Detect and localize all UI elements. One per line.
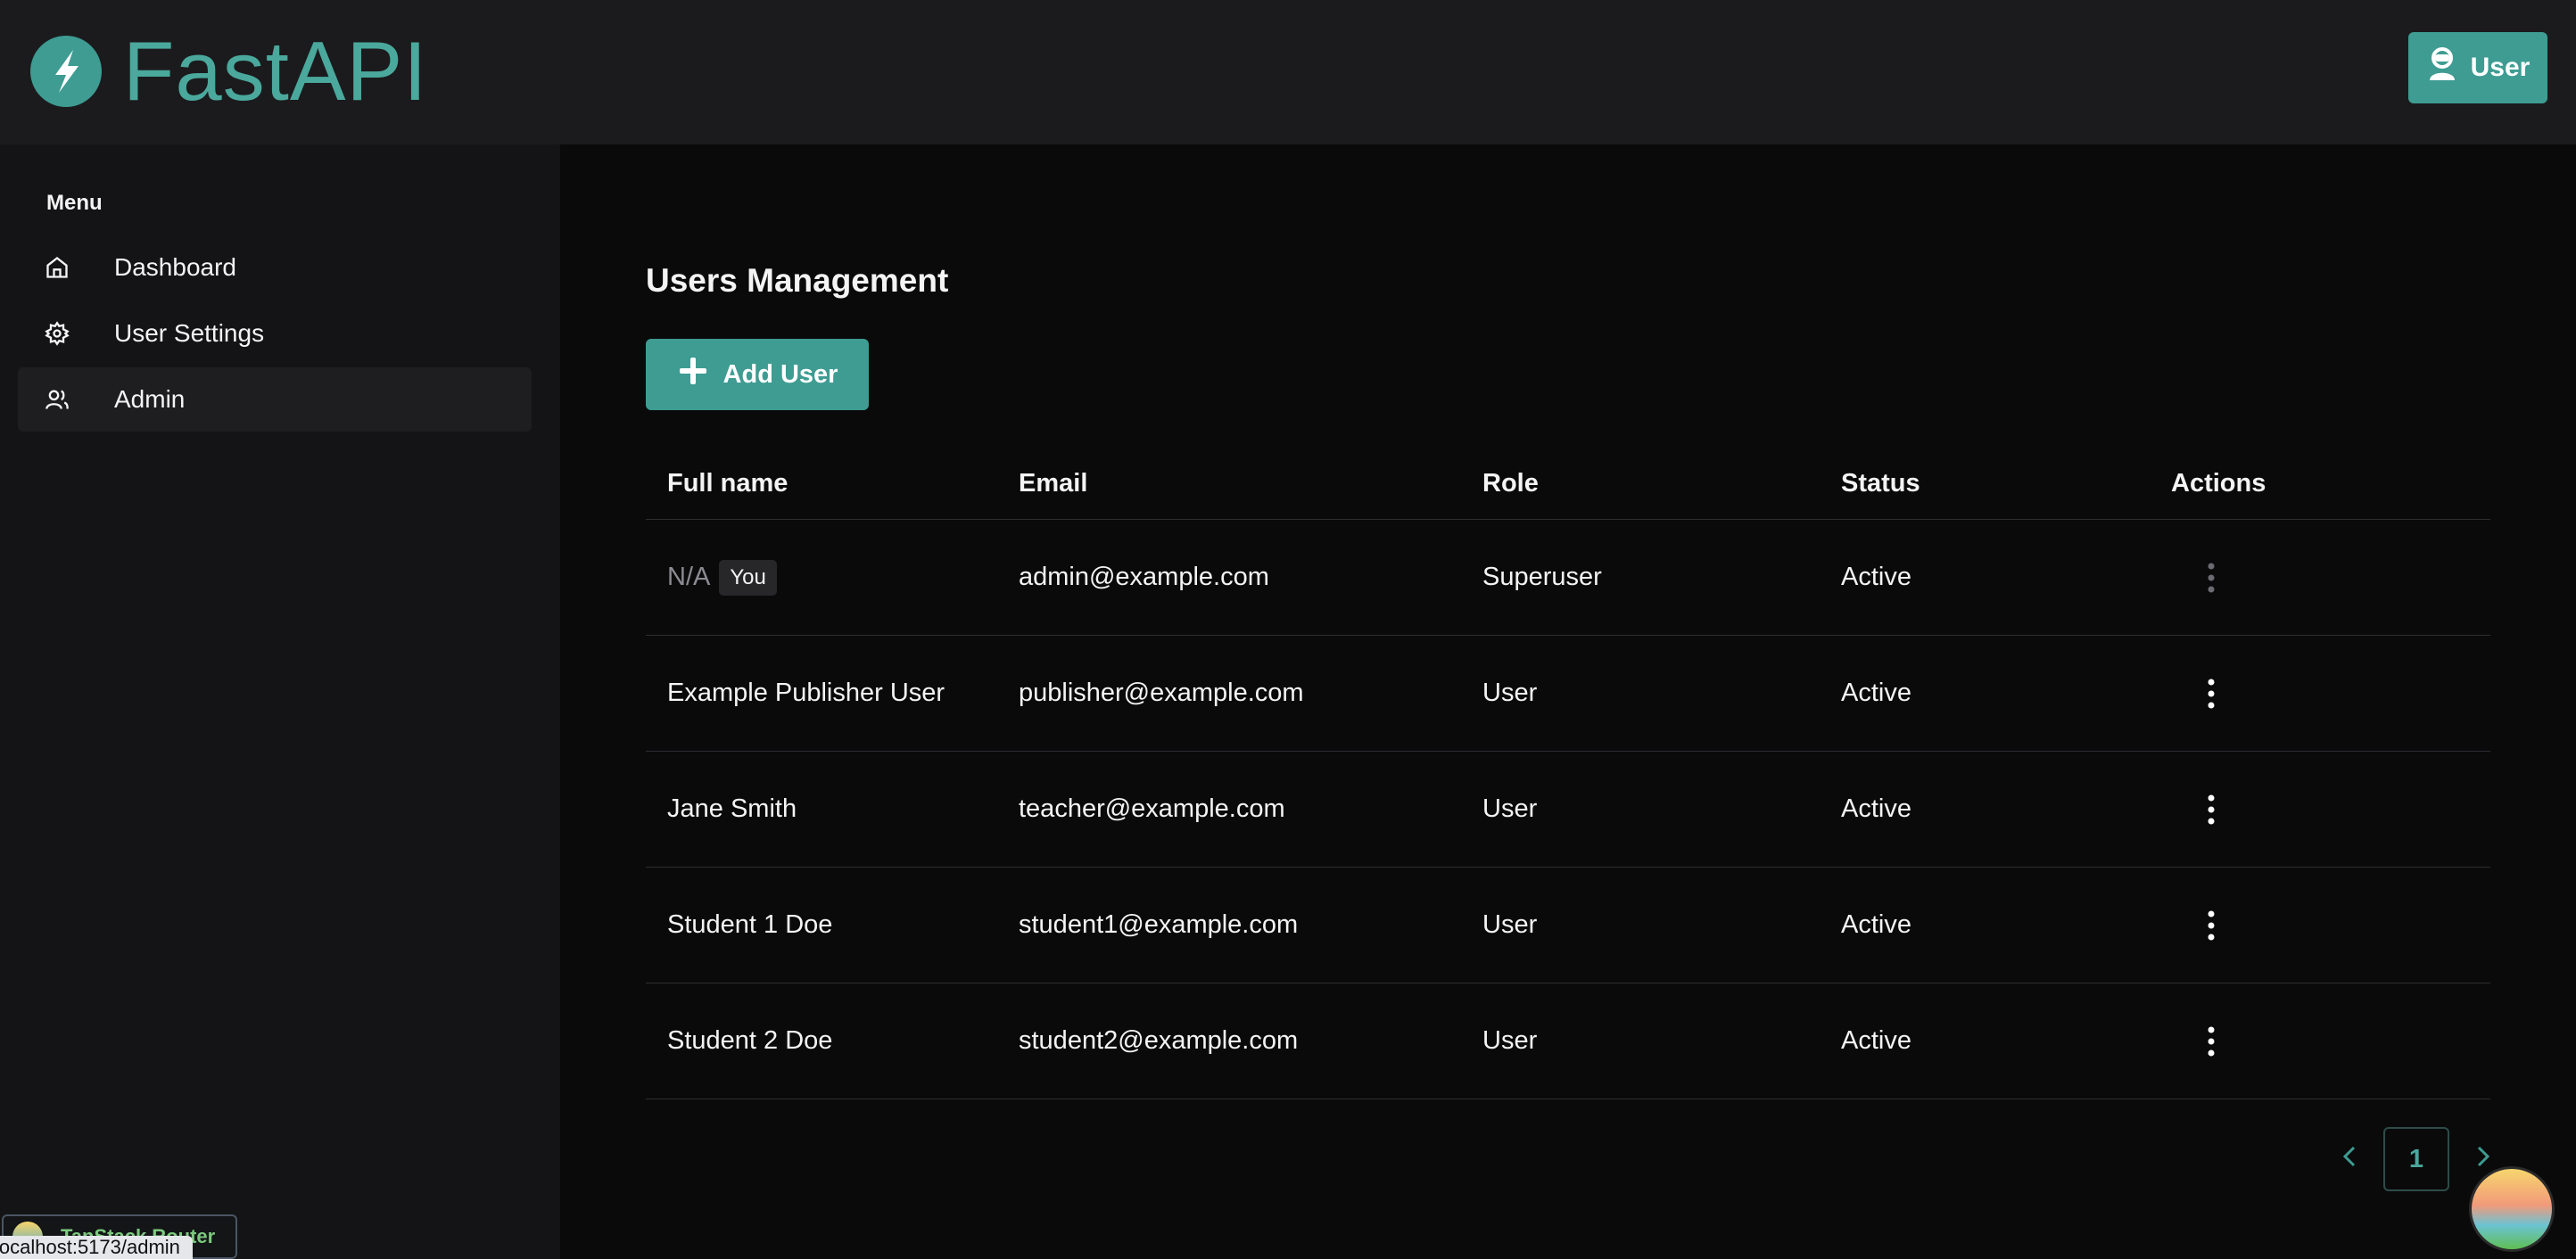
status-cell: Active [1841, 563, 1911, 591]
email-cell: publisher@example.com [1019, 679, 1304, 707]
home-icon [45, 255, 70, 280]
column-header: Full name [667, 468, 788, 498]
add-user-button[interactable]: Add User [646, 339, 869, 410]
email-cell: student2@example.com [1019, 1026, 1299, 1055]
full-name-cell: Example Publisher User [667, 679, 945, 707]
you-badge: You [719, 559, 777, 596]
users-table: Full name Email Role Status Actions N/A … [646, 448, 2490, 1099]
role-cell: Superuser [1482, 563, 1602, 591]
full-name-cell: Jane Smith [667, 794, 797, 823]
table-header: Full name Email Role Status Actions [646, 448, 2490, 520]
full-name: N/A [667, 563, 711, 591]
users-icon [45, 387, 70, 412]
role-cell: User [1482, 794, 1538, 823]
status-cell: Active [1841, 794, 1911, 823]
table-row: N/A You admin@example.com Superuser Acti… [646, 520, 2490, 636]
menu-title: Menu [46, 191, 103, 215]
more-vertical-icon[interactable] [2198, 636, 2225, 751]
user-button-label: User [2470, 53, 2531, 82]
sidebar: Menu Dashboard User Settings Admin [0, 144, 560, 1259]
fastapi-logo[interactable]: FastAPI [30, 27, 427, 116]
column-header: Role [1482, 468, 1539, 498]
more-vertical-icon[interactable] [2198, 752, 2225, 867]
role-cell: User [1482, 679, 1538, 707]
user-menu-button[interactable]: User [2408, 32, 2547, 103]
column-header: Actions [2171, 468, 2266, 498]
email-cell: student1@example.com [1019, 910, 1299, 939]
full-name-cell: Student 1 Doe [667, 910, 833, 939]
full-name-cell: N/A You [667, 520, 777, 635]
full-name-cell: Student 2 Doe [667, 1026, 833, 1055]
role-cell: User [1482, 1026, 1538, 1055]
main-content: Users Management Add User Full name Emai… [560, 144, 2576, 1259]
table-row: Student 2 Doe student2@example.com User … [646, 983, 2490, 1099]
sidebar-item-admin[interactable]: Admin [18, 367, 532, 432]
sidebar-item-label: User Settings [114, 319, 265, 347]
email-cell: teacher@example.com [1019, 794, 1285, 823]
table-row: Jane Smith teacher@example.com User Acti… [646, 752, 2490, 868]
column-header: Email [1019, 468, 1088, 498]
email-cell: admin@example.com [1019, 563, 1269, 591]
status-cell: Active [1841, 910, 1911, 939]
page-number-button[interactable]: 1 [2383, 1127, 2449, 1191]
gear-icon [45, 321, 70, 346]
chevron-right-icon[interactable] [2476, 1145, 2490, 1174]
more-vertical-icon [2198, 520, 2225, 635]
page-title: Users Management [646, 262, 949, 299]
link-status-url: localhost:5173/admin [0, 1236, 193, 1259]
add-user-label: Add User [722, 359, 838, 389]
sidebar-item-dashboard[interactable]: Dashboard [18, 235, 532, 300]
sidebar-item-user-settings[interactable]: User Settings [18, 301, 532, 366]
plus-icon [677, 355, 709, 394]
sidebar-item-label: Dashboard [114, 253, 236, 281]
user-avatar-icon [2426, 46, 2458, 89]
more-vertical-icon[interactable] [2198, 868, 2225, 983]
logo-text: FastAPI [123, 24, 428, 118]
more-vertical-icon[interactable] [2198, 983, 2225, 1099]
status-cell: Active [1841, 679, 1911, 707]
sidebar-item-label: Admin [114, 385, 186, 413]
pagination: 1 [2342, 1127, 2490, 1191]
bolt-icon [30, 36, 102, 107]
query-devtools-button[interactable] [2469, 1166, 2555, 1252]
column-header: Status [1841, 468, 1920, 498]
table-row: Student 1 Doe student1@example.com User … [646, 868, 2490, 983]
chevron-left-icon[interactable] [2342, 1145, 2357, 1174]
status-cell: Active [1841, 1026, 1911, 1055]
table-row: Example Publisher User publisher@example… [646, 636, 2490, 752]
role-cell: User [1482, 910, 1538, 939]
top-header: FastAPI User [0, 0, 2576, 144]
